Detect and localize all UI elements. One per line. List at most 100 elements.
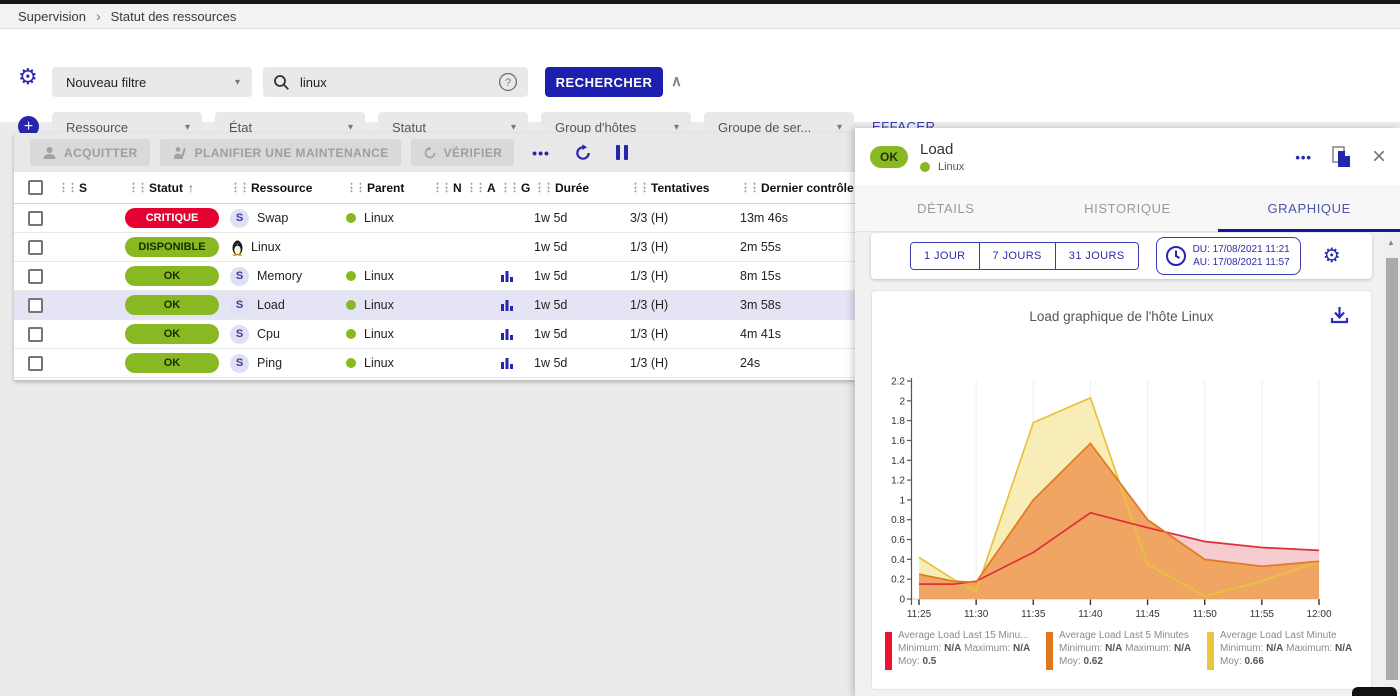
breadcrumb: Supervision › Statut des ressources: [0, 4, 1400, 29]
panel-more-icon[interactable]: •••: [1295, 150, 1312, 165]
graph-icon[interactable]: [500, 269, 514, 283]
svg-text:11:35: 11:35: [1021, 609, 1046, 620]
row-checkbox[interactable]: [28, 298, 43, 313]
column-header-n[interactable]: ⋮⋮N: [432, 181, 466, 195]
breadcrumb-item-supervision[interactable]: Supervision: [18, 9, 86, 24]
search-button[interactable]: RECHERCHER: [545, 67, 663, 97]
column-header-statut[interactable]: ⋮⋮Statut↑: [114, 181, 230, 195]
tab-graphique[interactable]: GRAPHIQUE: [1218, 185, 1400, 231]
person-icon: [42, 146, 57, 160]
column-header-ressource[interactable]: ⋮⋮Ressource: [230, 181, 346, 195]
drag-handle-icon[interactable]: ⋮⋮: [466, 181, 484, 194]
legend-item[interactable]: Average Load Last 15 Minu...Minimum: N/A…: [885, 629, 1046, 670]
table-row-ping[interactable]: OKSPingLinux1w 5d1/3 (H)24s: [14, 349, 855, 378]
column-header-dernier-contr-le[interactable]: ⋮⋮Dernier contrôle: [728, 181, 855, 195]
drag-handle-icon[interactable]: ⋮⋮: [58, 181, 76, 194]
table-row-load[interactable]: OKSLoadLinux1w 5d1/3 (H)3m 58s: [14, 291, 855, 320]
table-row-memory[interactable]: OKSMemoryLinux1w 5d1/3 (H)8m 15s: [14, 262, 855, 291]
graph-settings-gear-icon[interactable]: ⚙: [1323, 245, 1341, 267]
tab-d-tails[interactable]: DÉTAILS: [855, 185, 1037, 231]
search-input[interactable]: [300, 75, 488, 90]
plan-maintenance-button[interactable]: PLANIFIER UNE MAINTENANCE: [160, 139, 401, 166]
range-button-7-jours[interactable]: 7 JOURS: [980, 243, 1056, 269]
filter-section: ⚙ Nouveau filtre ▾ ? RECHERCHER ∧ + Ress…: [0, 29, 1400, 122]
status-badge: OK: [125, 266, 219, 286]
tries-cell: 1/3 (H): [622, 298, 728, 312]
row-checkbox[interactable]: [28, 269, 43, 284]
close-icon[interactable]: ×: [1372, 147, 1386, 167]
breadcrumb-separator-icon: ›: [96, 8, 101, 24]
row-checkbox[interactable]: [28, 356, 43, 371]
column-header-parent[interactable]: ⋮⋮Parent: [346, 181, 432, 195]
last-check-cell: 24s: [728, 356, 855, 370]
parent-name: Linux: [364, 327, 394, 341]
bottom-corner-overlay: [1352, 687, 1397, 696]
range-button-31-jours[interactable]: 31 JOURS: [1056, 243, 1138, 269]
load-area-chart[interactable]: 11:2511:3011:3511:4011:4511:5011:5512:00…: [881, 376, 1351, 626]
collapse-filters-icon[interactable]: ∧: [671, 72, 682, 90]
host-status-dot-icon: [920, 162, 930, 172]
svg-text:11:40: 11:40: [1078, 609, 1103, 620]
column-header-s[interactable]: ⋮⋮S: [58, 181, 114, 195]
last-check-cell: 8m 15s: [728, 269, 855, 283]
acknowledge-button[interactable]: ACQUITTER: [30, 139, 150, 166]
filter-settings-gear-icon[interactable]: ⚙: [18, 66, 38, 88]
select-all-checkbox[interactable]: [28, 180, 43, 195]
maintenance-worker-icon: [172, 146, 188, 160]
row-checkbox[interactable]: [28, 327, 43, 342]
search-help-icon[interactable]: ?: [498, 72, 518, 92]
drag-handle-icon[interactable]: ⋮⋮: [534, 181, 552, 194]
row-checkbox[interactable]: [28, 211, 43, 226]
search-box[interactable]: ?: [263, 67, 528, 97]
date-range-picker[interactable]: DU: 17/08/2021 11:21 AU: 17/08/2021 11:5…: [1156, 237, 1301, 275]
duration-cell: 1w 5d: [534, 356, 622, 370]
more-actions-icon[interactable]: •••: [532, 145, 550, 161]
duration-cell: 1w 5d: [534, 298, 622, 312]
legend-item[interactable]: Average Load Last MinuteMinimum: N/A Max…: [1207, 629, 1368, 670]
legend-item[interactable]: Average Load Last 5 MinutesMinimum: N/A …: [1046, 629, 1207, 670]
table-row-swap[interactable]: CRITIQUESSwapLinux1w 5d3/3 (H)13m 46s: [14, 204, 855, 233]
breadcrumb-item-resource-status[interactable]: Statut des ressources: [111, 9, 237, 24]
host-status-dot-icon: [346, 213, 356, 223]
chart-title: Load graphique de l'hôte Linux: [872, 309, 1371, 324]
column-header-dur-e[interactable]: ⋮⋮Durée: [534, 181, 622, 195]
check-button[interactable]: VÉRIFIER: [411, 139, 515, 166]
drag-handle-icon[interactable]: ⋮⋮: [500, 181, 518, 194]
parent-name: Linux: [364, 356, 394, 370]
drag-handle-icon[interactable]: ⋮⋮: [230, 181, 248, 194]
table-body: CRITIQUESSwapLinux1w 5d3/3 (H)13m 46sDIS…: [14, 204, 855, 378]
resource-name: Swap: [257, 211, 288, 225]
drag-handle-icon[interactable]: ⋮⋮: [432, 181, 450, 194]
parent-name: Linux: [364, 211, 394, 225]
column-header-tentatives[interactable]: ⋮⋮Tentatives: [622, 181, 728, 195]
graph-icon[interactable]: [500, 298, 514, 312]
duration-cell: 1w 5d: [534, 211, 622, 225]
table-row-linux[interactable]: DISPONIBLELinux1w 5d1/3 (H)2m 55s: [14, 233, 855, 262]
scrollbar-thumb[interactable]: [1386, 258, 1398, 680]
graph-icon[interactable]: [500, 327, 514, 341]
drag-handle-icon[interactable]: ⋮⋮: [128, 181, 146, 194]
panel-scrollbar[interactable]: ▲: [1384, 232, 1400, 696]
copy-link-icon[interactable]: [1332, 146, 1352, 168]
last-check-cell: 3m 58s: [728, 298, 855, 312]
refresh-icon[interactable]: [574, 144, 592, 162]
table-row-cpu[interactable]: OKSCpuLinux1w 5d1/3 (H)4m 41s: [14, 320, 855, 349]
legend-color-bar: [1046, 632, 1053, 670]
pause-refresh-icon[interactable]: [616, 145, 628, 160]
drag-handle-icon[interactable]: ⋮⋮: [740, 181, 758, 194]
download-icon[interactable]: [1330, 305, 1349, 324]
svg-text:11:30: 11:30: [964, 609, 989, 620]
drag-handle-icon[interactable]: ⋮⋮: [346, 181, 364, 194]
column-header-g[interactable]: ⋮⋮G: [500, 181, 534, 195]
row-checkbox[interactable]: [28, 240, 43, 255]
graph-icon[interactable]: [500, 356, 514, 370]
tab-historique[interactable]: HISTORIQUE: [1037, 185, 1219, 231]
last-check-cell: 2m 55s: [728, 240, 855, 254]
column-header-a[interactable]: ⋮⋮A: [466, 181, 500, 195]
drag-handle-icon[interactable]: ⋮⋮: [630, 181, 648, 194]
range-button-1-jour[interactable]: 1 JOUR: [911, 243, 980, 269]
svg-text:0: 0: [899, 595, 905, 606]
scrollbar-up-icon[interactable]: ▲: [1387, 238, 1395, 247]
chevron-down-icon: ▾: [185, 122, 190, 133]
saved-filter-select[interactable]: Nouveau filtre ▾: [52, 67, 252, 97]
